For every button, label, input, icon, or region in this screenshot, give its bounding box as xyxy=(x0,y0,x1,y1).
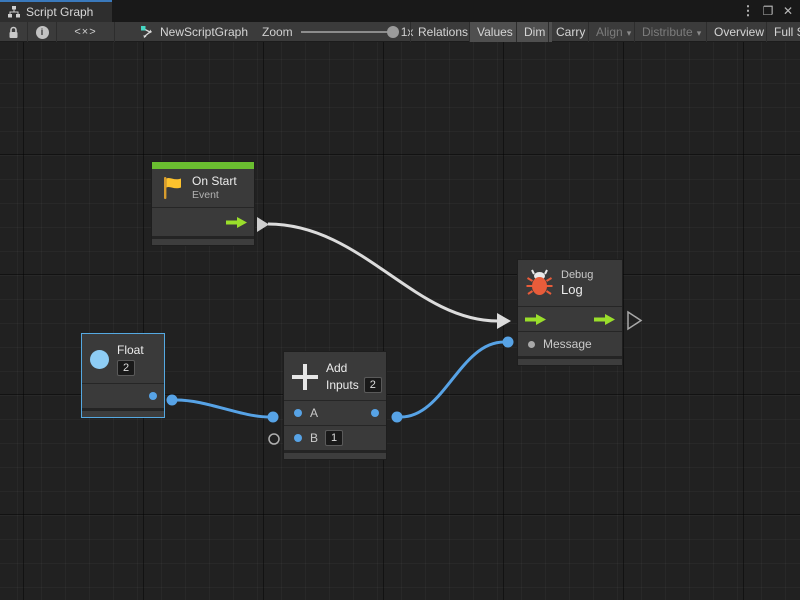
node-header: Add Inputs 2 xyxy=(284,352,386,400)
tab-label: Script Graph xyxy=(26,5,93,19)
port-b-value-field[interactable]: 1 xyxy=(325,430,343,446)
node-footer xyxy=(82,408,164,417)
window-controls: ⋮ ❐ ✕ xyxy=(740,0,796,22)
node-category: Debug xyxy=(561,268,593,282)
zoom-slider-handle[interactable] xyxy=(387,26,399,38)
chevron-down-icon: ▾ xyxy=(627,28,632,38)
graph-name-label: NewScriptGraph xyxy=(160,25,248,39)
zoom-label: Zoom xyxy=(262,25,293,39)
tab-bar: Script Graph ⋮ ❐ ✕ xyxy=(0,0,800,22)
node-title: Log xyxy=(561,282,593,298)
info-icon: i xyxy=(36,26,49,39)
menu-icon[interactable]: ⋮ xyxy=(740,3,756,19)
node-subtitle: Event xyxy=(192,189,237,202)
flow-output-port[interactable] xyxy=(594,313,615,326)
node-footer xyxy=(284,450,386,459)
script-graph-window: Script Graph ⋮ ❐ ✕ i <×> xyxy=(0,0,800,600)
port-row-b: B 1 xyxy=(284,425,386,450)
sum-output-port[interactable] xyxy=(371,409,379,417)
zoom-slider[interactable] xyxy=(301,31,393,33)
node-on-start[interactable]: On Start Event xyxy=(151,161,255,246)
carry-label: Carry xyxy=(556,25,585,39)
node-header: On Start Event xyxy=(152,169,254,207)
lock-button[interactable] xyxy=(0,22,28,42)
port-row-a: A xyxy=(284,400,386,425)
lock-icon xyxy=(8,26,19,39)
input-port-a[interactable] xyxy=(294,409,302,417)
edit-source-button[interactable]: <×> xyxy=(57,22,115,42)
dim-button[interactable]: Dim xyxy=(516,22,552,42)
inputs-count-field[interactable]: 2 xyxy=(364,377,382,393)
fullscreen-button[interactable]: Full Screen xyxy=(766,22,800,42)
port-b-label: B xyxy=(310,431,318,445)
flow-port-row xyxy=(518,306,622,331)
float-circle-icon xyxy=(90,350,109,369)
align-button[interactable]: Align ▾ xyxy=(588,22,638,42)
tab-script-graph[interactable]: Script Graph xyxy=(0,0,112,22)
distribute-button[interactable]: Distribute ▾ xyxy=(634,22,708,42)
overview-button[interactable]: Overview xyxy=(706,22,771,42)
overview-label: Overview xyxy=(714,25,764,39)
value-output-port[interactable] xyxy=(149,392,157,400)
zoom-control: Zoom 1x xyxy=(262,22,413,42)
event-color-bar xyxy=(152,162,254,169)
inputs-label: Inputs xyxy=(326,378,359,393)
graph-asset-icon xyxy=(140,25,154,39)
fullscreen-label: Full Screen xyxy=(774,25,800,39)
node-title: Add xyxy=(326,361,382,376)
graph-canvas[interactable] xyxy=(0,42,800,600)
flow-output-port[interactable] xyxy=(226,216,247,229)
graph-name[interactable]: NewScriptGraph xyxy=(140,22,248,42)
node-float[interactable]: Float 2 xyxy=(81,333,165,418)
input-port-b[interactable] xyxy=(294,434,302,442)
port-row xyxy=(82,383,164,408)
flow-input-port[interactable] xyxy=(525,313,546,326)
relations-button[interactable]: Relations xyxy=(410,22,475,42)
relations-label: Relations xyxy=(418,25,468,39)
graph-toolbar: i <×> NewScriptGraph Zoom 1x Relations V… xyxy=(0,22,800,42)
close-icon[interactable]: ✕ xyxy=(780,4,796,18)
message-port-row: Message xyxy=(518,331,622,356)
float-value-field[interactable]: 2 xyxy=(117,360,135,376)
plus-icon xyxy=(292,364,318,390)
maximize-icon[interactable]: ❐ xyxy=(760,4,776,18)
port-label: Message xyxy=(543,337,592,351)
node-debug-log[interactable]: Debug Log Message xyxy=(517,259,623,366)
node-header: Float 2 xyxy=(82,334,164,383)
align-label: Align xyxy=(596,25,623,39)
values-label: Values xyxy=(477,25,513,39)
node-title: Float xyxy=(117,343,144,358)
carry-button[interactable]: Carry xyxy=(548,22,592,42)
bug-icon xyxy=(526,269,553,297)
dim-label: Dim xyxy=(524,25,545,39)
code-icon: <×> xyxy=(74,26,96,38)
node-add[interactable]: Add Inputs 2 A B 1 xyxy=(283,351,387,460)
chevron-down-icon: ▾ xyxy=(697,28,702,38)
inspect-button[interactable]: i xyxy=(28,22,57,42)
values-button[interactable]: Values xyxy=(469,22,520,42)
node-header: Debug Log xyxy=(518,260,622,306)
message-input-port[interactable] xyxy=(528,341,535,348)
flag-icon xyxy=(160,175,184,201)
node-title: On Start xyxy=(192,174,237,189)
port-row xyxy=(152,207,254,236)
hierarchy-icon xyxy=(8,6,20,18)
node-footer xyxy=(518,356,622,365)
node-footer xyxy=(152,236,254,245)
port-a-label: A xyxy=(310,406,318,420)
distribute-label: Distribute xyxy=(642,25,693,39)
